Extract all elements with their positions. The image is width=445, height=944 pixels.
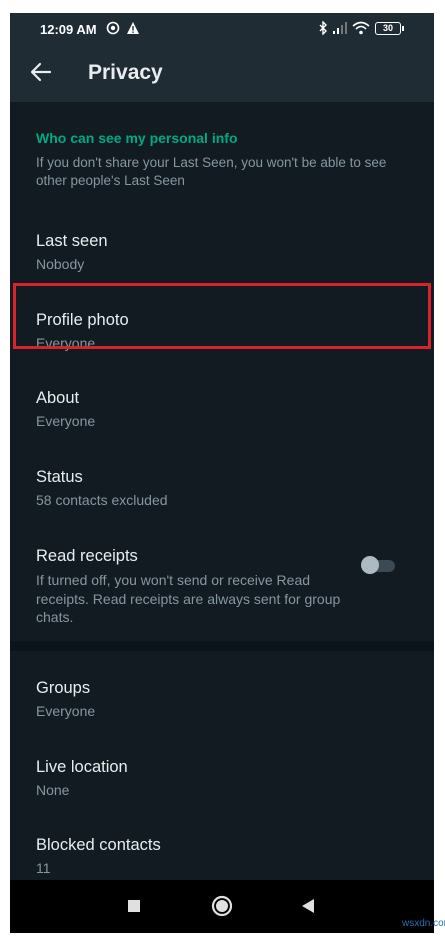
- arrow-left-icon[interactable]: [28, 59, 54, 85]
- read-receipts-toggle[interactable]: [361, 556, 397, 574]
- setting-value: Nobody: [36, 256, 85, 272]
- setting-value: Everyone: [36, 413, 96, 429]
- page-title: Privacy: [88, 61, 163, 84]
- setting-label: Read receipts: [36, 547, 138, 565]
- setting-status[interactable]: Status 58 contacts excluded: [10, 456, 434, 534]
- section-divider: [10, 641, 434, 651]
- home-circle-icon[interactable]: [192, 880, 252, 933]
- signal-icon: [332, 21, 348, 38]
- setting-label: Live location: [36, 758, 128, 776]
- setting-groups[interactable]: Groups Everyone: [10, 667, 434, 745]
- bluetooth-icon: [318, 20, 328, 38]
- wifi-icon: [352, 21, 370, 38]
- setting-blocked-contacts[interactable]: Blocked contacts 11: [10, 824, 434, 882]
- app-bar: Privacy: [10, 45, 434, 102]
- setting-last-seen[interactable]: Last seen Nobody: [10, 220, 434, 298]
- setting-read-receipts[interactable]: Read receipts If turned off, you won't s…: [10, 535, 434, 635]
- phone-screen: 12:09 AM 30 Privacy Who can see my perso…: [10, 13, 434, 933]
- setting-label: Groups: [36, 679, 91, 697]
- section-description: If you don't share your Last Seen, you w…: [36, 155, 387, 188]
- setting-value: 58 contacts excluded: [36, 492, 168, 508]
- recents-square-icon[interactable]: [104, 880, 164, 933]
- battery-icon: 30: [375, 22, 404, 35]
- status-time: 12:09 AM: [40, 22, 97, 37]
- status-bar: 12:09 AM 30: [10, 13, 434, 45]
- setting-label: Status: [36, 468, 83, 486]
- setting-description: If turned off, you won't send or receive…: [36, 572, 341, 625]
- setting-label: About: [36, 389, 80, 407]
- setting-label: Blocked contacts: [36, 836, 161, 854]
- navigation-bar: [10, 880, 434, 933]
- setting-value: Everyone: [36, 703, 96, 719]
- toggle-knob: [361, 556, 379, 574]
- setting-profile-photo[interactable]: Profile photo Everyone: [10, 299, 434, 377]
- privacy-settings-list: Who can see my personal info If you don'…: [10, 102, 434, 882]
- watermark: wsxdn.com: [402, 918, 445, 929]
- alert-icon: [126, 21, 140, 38]
- setting-about[interactable]: About Everyone: [10, 377, 434, 455]
- target-icon: [106, 21, 120, 38]
- setting-value: 11: [36, 860, 51, 876]
- setting-label: Profile photo: [36, 311, 129, 329]
- setting-live-location[interactable]: Live location None: [10, 746, 434, 824]
- back-triangle-icon[interactable]: [278, 880, 338, 933]
- section-title: Who can see my personal info: [36, 130, 238, 146]
- setting-value: Everyone: [36, 335, 96, 351]
- setting-label: Last seen: [36, 232, 108, 250]
- setting-value: None: [36, 782, 70, 798]
